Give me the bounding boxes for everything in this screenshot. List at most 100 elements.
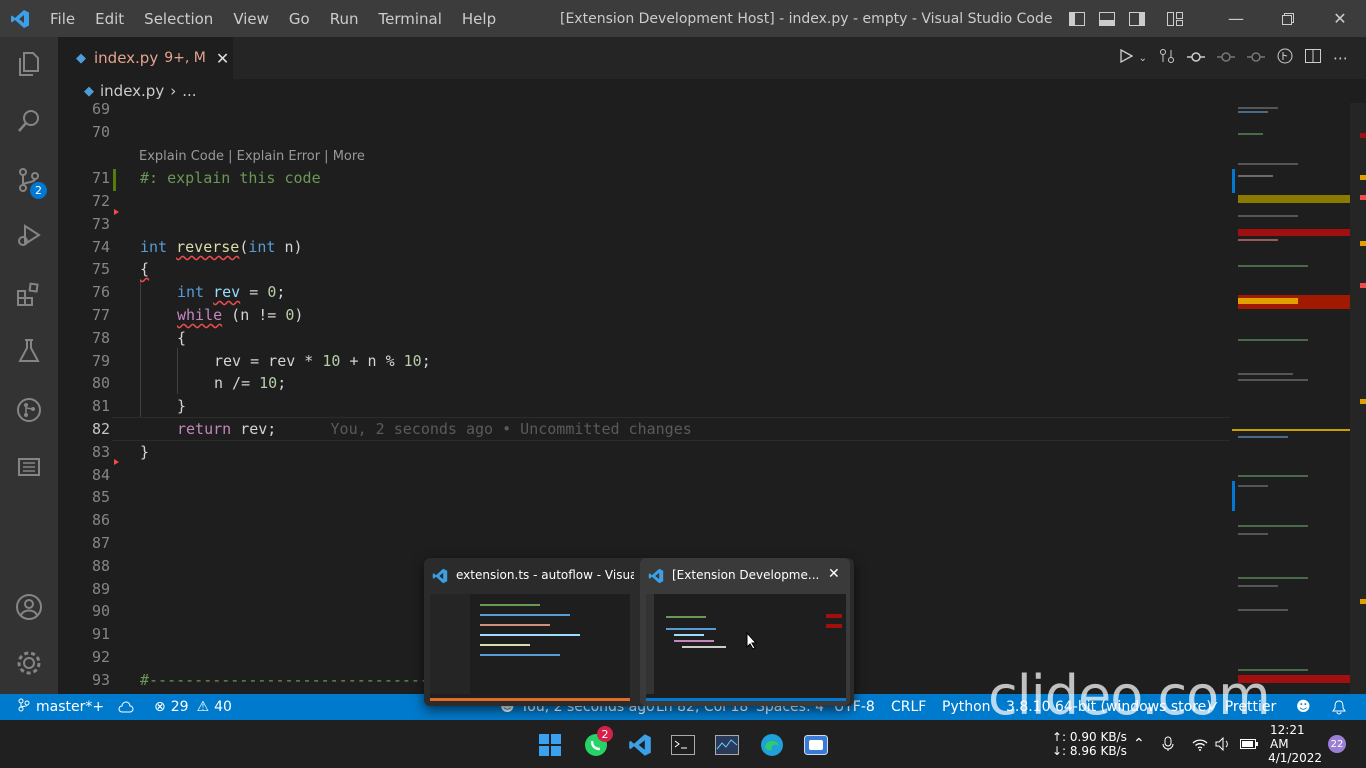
breadcrumb-file[interactable]: index.py (100, 82, 164, 100)
menu-view[interactable]: View (223, 0, 279, 37)
tab-index-py[interactable]: ◆ index.py 9+, M ✕ (58, 37, 233, 79)
sync-cloud-icon[interactable] (118, 694, 134, 720)
line-number: 72 (91, 192, 110, 210)
minimap[interactable] (1230, 103, 1350, 694)
manage-gear-icon[interactable] (0, 638, 58, 688)
line-number: 86 (91, 511, 110, 529)
terminal-icon[interactable] (666, 728, 700, 762)
code-line-78: { (177, 329, 187, 347)
menu-selection[interactable]: Selection (134, 0, 223, 37)
customize-layout-icon[interactable] (1160, 0, 1190, 37)
activity-bar: 2 (0, 37, 58, 694)
menu-terminal[interactable]: Terminal (369, 0, 452, 37)
previous-change-icon[interactable] (1217, 49, 1235, 67)
network-speed-widget: ↑: 0.90 KB/s ↓: 8.96 KB/s (1052, 720, 1127, 768)
menu-edit[interactable]: Edit (85, 0, 134, 37)
python-file-icon: ◆ (84, 83, 94, 99)
preview-window-autoflow[interactable]: extension.ts - autoflow - Visual... (424, 558, 634, 706)
git-added-marker (113, 169, 116, 191)
preview-window-extension-host[interactable]: [Extension Developme... ✕ (640, 558, 850, 706)
open-changes-icon[interactable] (1159, 48, 1175, 68)
microphone-icon[interactable] (1162, 720, 1174, 768)
branch-status[interactable]: master*+ (18, 694, 104, 720)
eol-status[interactable]: CRLF (891, 694, 926, 720)
breadcrumb-symbol[interactable]: ... (182, 82, 196, 100)
whatsapp-badge: 2 (597, 726, 613, 742)
more-actions-icon[interactable]: ⋯ (1333, 49, 1348, 67)
line-number-active: 82 (91, 420, 110, 438)
battery-icon[interactable] (1240, 720, 1258, 768)
minimize-icon[interactable]: — (1210, 0, 1262, 37)
notifications-bell-icon[interactable] (1332, 694, 1346, 720)
live-share-person-icon[interactable]: ☻ (1296, 694, 1311, 720)
problems-status[interactable]: ⊗ 29 ⚠ 40 (154, 694, 232, 720)
show-hidden-icons-chevron-icon[interactable]: ⌃ (1133, 720, 1145, 768)
notification-center[interactable]: 22 (1328, 720, 1346, 768)
vertical-scrollbar[interactable] (1350, 103, 1366, 694)
windows-start-icon[interactable] (533, 728, 567, 762)
line-number: 73 (91, 215, 110, 233)
clock[interactable]: 12:21 AM 4/1/2022 (1268, 720, 1322, 768)
error-icon: ⊗ (154, 699, 166, 715)
clideo-watermark: clideo.com (988, 664, 1271, 727)
app-window-icon[interactable] (799, 728, 833, 762)
wifi-icon[interactable] (1192, 720, 1208, 768)
line-number: 81 (91, 397, 110, 415)
next-change-icon[interactable] (1247, 49, 1265, 67)
testing-icon[interactable] (0, 326, 58, 376)
scm-badge: 2 (30, 182, 47, 199)
performance-monitor-icon[interactable] (710, 728, 744, 762)
indent-guide (140, 280, 141, 417)
whatsapp-icon[interactable]: 2 (579, 726, 613, 762)
accounts-icon[interactable] (0, 582, 58, 632)
line-number: 88 (91, 557, 110, 575)
upload-speed: ↑: 0.90 KB/s (1052, 730, 1127, 744)
search-icon[interactable] (0, 96, 58, 146)
source-control-icon[interactable]: 2 (0, 155, 58, 205)
close-preview-icon[interactable]: ✕ (828, 566, 840, 582)
close-window-icon[interactable]: ✕ (1314, 0, 1366, 37)
run-debug-icon[interactable] (0, 210, 58, 260)
menu-file[interactable]: File (40, 0, 85, 37)
toggle-secondary-sidebar-icon[interactable] (1122, 0, 1152, 37)
menu-help[interactable]: Help (452, 0, 506, 37)
timeline-commit-icon[interactable] (1187, 49, 1205, 67)
breadcrumb-separator: › (170, 82, 177, 100)
line-number: 74 (91, 238, 110, 256)
vscode-logo-icon (648, 568, 664, 588)
preview-title: [Extension Developme... (672, 568, 820, 582)
menu-run[interactable]: Run (320, 0, 369, 37)
clock-time: 12:21 AM (1270, 723, 1305, 751)
explorer-icon[interactable] (0, 39, 58, 89)
extensions-icon[interactable] (0, 269, 58, 319)
remote-explorer-icon[interactable] (0, 442, 58, 492)
close-tab-icon[interactable]: ✕ (216, 49, 229, 68)
split-editor-icon[interactable] (1305, 49, 1321, 67)
toggle-primary-sidebar-icon[interactable] (1062, 0, 1092, 37)
restore-icon[interactable] (1262, 0, 1314, 37)
volume-icon[interactable] (1215, 720, 1231, 768)
menu-go[interactable]: Go (279, 0, 320, 37)
run-dropdown-chevron-icon[interactable]: ⌄ (1139, 53, 1147, 64)
line-number: 70 (91, 123, 110, 141)
codelens-actions[interactable]: Explain Code | Explain Error | More (139, 149, 365, 164)
line-number: 75 (91, 260, 110, 278)
toggle-panel-icon[interactable] (1092, 0, 1122, 37)
line-number: 90 (91, 602, 110, 620)
code-line-74: int reverse(int n) (140, 238, 303, 256)
vscode-taskbar-icon[interactable] (623, 728, 657, 762)
edge-browser-icon[interactable] (755, 728, 789, 762)
line-number: 85 (91, 488, 110, 506)
run-python-file-icon[interactable] (1119, 48, 1133, 67)
git-graph-icon[interactable] (0, 385, 58, 435)
vscode-logo-icon (0, 0, 40, 37)
code-line-93: #--------------------------------- (140, 671, 448, 689)
tab-problem-count: 9+, M (164, 50, 206, 66)
warning-count: 40 (214, 699, 232, 715)
code-line-75: { (140, 260, 150, 278)
git-branch-icon (18, 698, 30, 716)
line-number: 79 (91, 352, 110, 370)
indent-guide (177, 348, 178, 394)
git-graph-view-icon[interactable] (1277, 48, 1293, 68)
language-mode[interactable]: Python (942, 694, 991, 720)
